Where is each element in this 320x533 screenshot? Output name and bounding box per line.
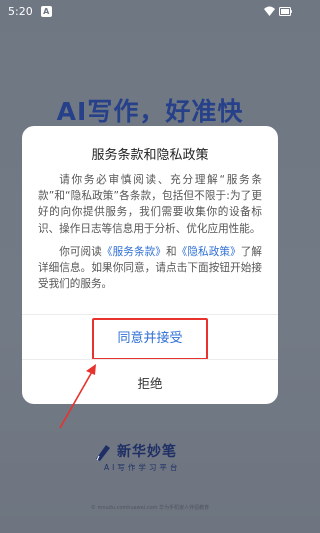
reject-button[interactable]: 拒绝 [22, 359, 278, 404]
wifi-icon [264, 6, 275, 16]
terms-link[interactable]: 《服务条款》 [102, 246, 166, 258]
background-slogan: AI写作，好准快 [56, 97, 244, 126]
privacy-link[interactable]: 《隐私政策》 [177, 246, 241, 258]
dialog-title: 服务条款和隐私政策 [91, 148, 209, 163]
notification-app-icon: A [40, 5, 52, 17]
status-time: 5:20 [8, 4, 33, 18]
pen-logo-icon [96, 445, 110, 461]
status-icons [264, 6, 292, 16]
p2-and: 和 [165, 245, 177, 258]
status-bar: 5:20 A [0, 0, 300, 22]
dialog-body: 请你务必审慎阅读、充分理解“服务条款”和“隐私政策”各条款，包括但不限于:为了更… [38, 172, 262, 292]
battery-icon [279, 6, 292, 16]
highlight-box [92, 318, 208, 360]
app-logo: 新华妙笔 AI写作学习平台 [94, 441, 208, 477]
dialog-paragraph-2: 你可阅读《服务条款》和《隐私政策》了解详细信息。如果你同意，请点击下面按钮开始接… [38, 244, 262, 293]
watermark: © mnudu.comhuawei.com 华为手机家人伴侣教育 [90, 505, 210, 511]
privacy-dialog: 服务条款和隐私政策 请你务必审慎阅读、充分理解“服务条款”和“隐私政策”各条款，… [22, 126, 278, 404]
logo-subtitle: AI写作学习平台 [104, 463, 181, 472]
logo-name: 新华妙笔 [117, 444, 177, 460]
p2-before: 你可阅读 [59, 245, 102, 258]
dialog-paragraph-1: 请你务必审慎阅读、充分理解“服务条款”和“隐私政策”各条款，包括但不限于:为了更… [38, 174, 262, 235]
